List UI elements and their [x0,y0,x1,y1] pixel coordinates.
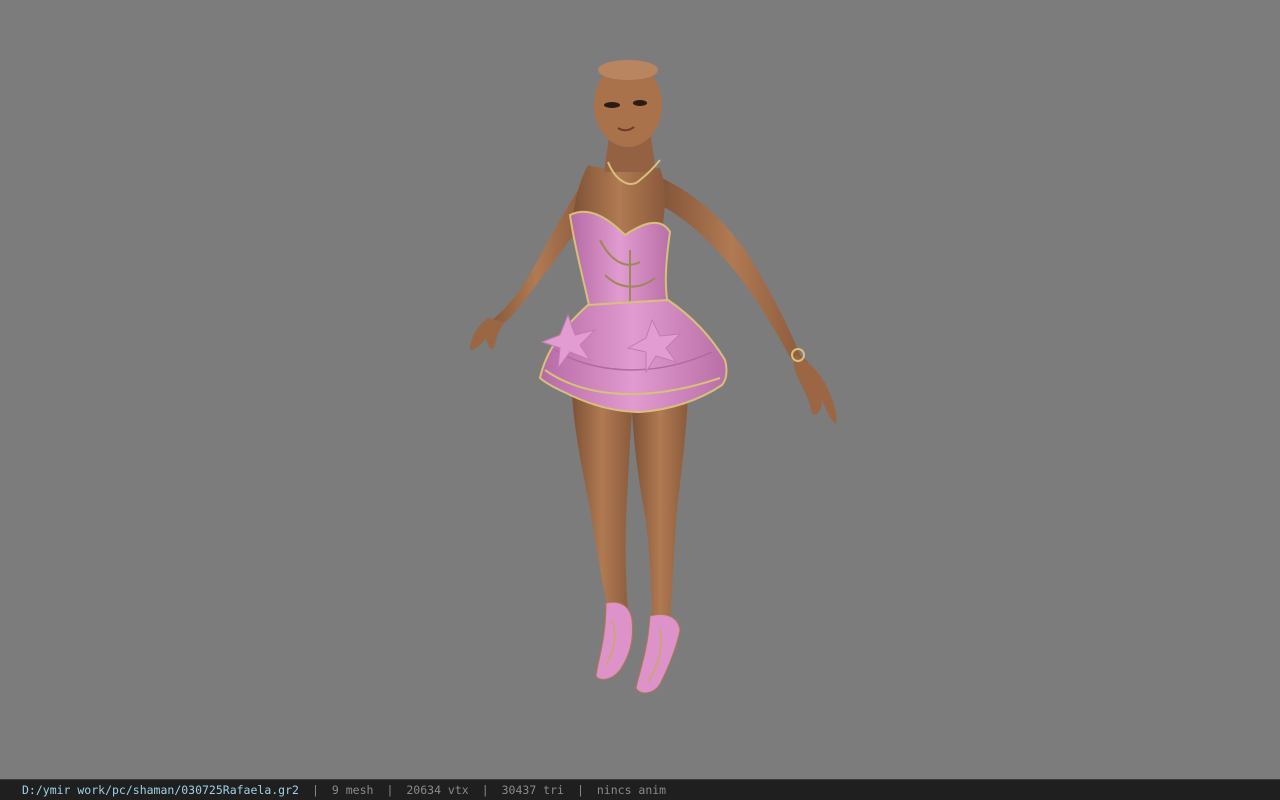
separator: | [481,783,489,797]
separator: | [311,783,319,797]
animation-status: nincs anim [596,783,667,797]
mesh-count: 9 mesh [331,783,374,797]
vertex-count: 20634 vtx [406,783,469,797]
status-bar: D:/ymir work/pc/shaman/030725Rafaela.gr2… [0,779,1280,800]
separator: | [576,783,584,797]
separator: | [386,783,394,797]
right-hand [793,355,837,424]
right-leg [632,395,688,622]
character-model [470,60,837,694]
left-arm [482,180,590,331]
file-path: D:/ymir work/pc/shaman/030725Rafaela.gr2 [22,783,299,797]
left-leg [572,395,632,610]
triangle-count: 30437 tri [501,783,564,797]
right-shoe [635,614,681,694]
3d-viewport[interactable] [0,0,1280,779]
left-hand [470,318,505,350]
